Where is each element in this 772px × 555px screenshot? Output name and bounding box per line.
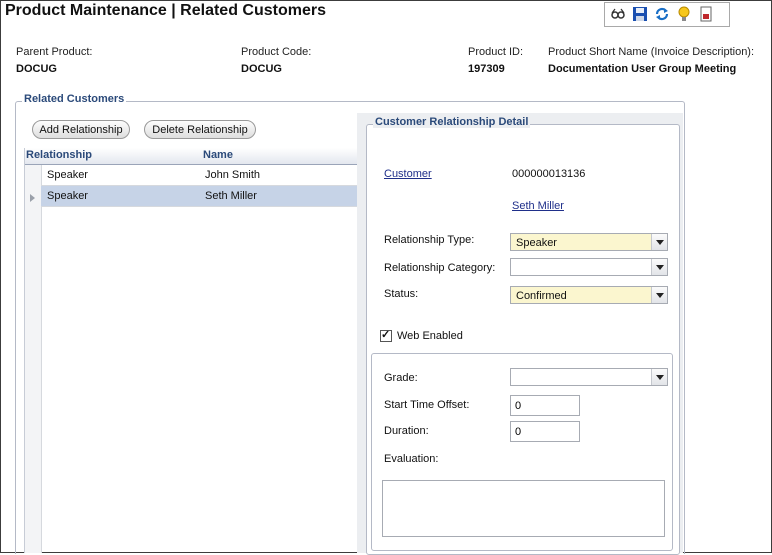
parent-product-value: DOCUG — [16, 63, 57, 75]
glasses-icon[interactable] — [610, 6, 626, 22]
table-row-selected[interactable]: Speaker Seth Miller — [41, 186, 357, 207]
parent-product-label: Parent Product: — [16, 46, 93, 58]
save-icon[interactable] — [632, 6, 648, 22]
status-value: Confirmed — [516, 290, 567, 302]
chevron-down-icon[interactable] — [651, 259, 667, 275]
relationship-grid: Relationship Name Speaker John Smith Spe… — [24, 148, 357, 553]
column-header-name[interactable]: Name — [203, 149, 233, 161]
related-customers-legend: Related Customers — [22, 93, 127, 105]
row-selector-gutter — [25, 165, 42, 553]
customer-relationship-detail-legend: Customer Relationship Detail — [373, 116, 531, 128]
relationship-type-value: Speaker — [516, 237, 557, 249]
status-dropdown[interactable]: Confirmed — [510, 286, 668, 304]
duration-input[interactable] — [510, 421, 580, 442]
relationship-category-dropdown[interactable] — [510, 258, 668, 276]
product-code-value: DOCUG — [241, 63, 282, 75]
duration-label: Duration: — [384, 425, 429, 437]
product-code-label: Product Code: — [241, 46, 312, 58]
relationship-type-dropdown[interactable]: Speaker — [510, 233, 668, 251]
grade-label: Grade: — [384, 372, 418, 384]
page-title: Product Maintenance | Related Customers — [5, 2, 326, 19]
lightbulb-icon[interactable] — [676, 6, 692, 22]
product-short-name-label: Product Short Name (Invoice Description)… — [548, 46, 755, 58]
delete-relationship-button[interactable]: Delete Relationship — [144, 120, 256, 139]
grid-header: Relationship Name — [25, 148, 357, 165]
grade-dropdown[interactable] — [510, 368, 668, 386]
cell-name: Seth Miller — [205, 190, 257, 202]
refresh-icon[interactable] — [654, 6, 670, 22]
product-id-value: 197309 — [468, 63, 505, 75]
product-short-name-value: Documentation User Group Meeting — [548, 63, 737, 75]
customer-link[interactable]: Customer — [384, 168, 432, 180]
chevron-down-icon[interactable] — [651, 369, 667, 385]
product-id-label: Product ID: — [468, 46, 524, 58]
add-relationship-button[interactable]: Add Relationship — [32, 120, 130, 139]
current-row-indicator-icon — [30, 194, 35, 202]
evaluation-textarea[interactable] — [382, 480, 665, 537]
column-header-relationship[interactable]: Relationship — [26, 149, 92, 161]
status-label: Status: — [384, 288, 419, 300]
start-time-offset-input[interactable] — [510, 395, 580, 416]
table-row[interactable]: Speaker John Smith — [41, 165, 357, 186]
web-enabled-label: Web Enabled — [397, 330, 463, 342]
chevron-down-icon[interactable] — [651, 287, 667, 303]
customer-name-link[interactable]: Seth Miller — [512, 200, 564, 212]
evaluation-label: Evaluation: — [384, 453, 439, 465]
web-enabled-checkbox[interactable] — [380, 328, 392, 342]
relationship-category-label: Relationship Category: — [384, 262, 496, 274]
cell-relationship: Speaker — [47, 169, 88, 181]
relationship-type-label: Relationship Type: — [384, 234, 475, 246]
chevron-down-icon[interactable] — [651, 234, 667, 250]
cell-name: John Smith — [205, 169, 261, 181]
report-icon[interactable] — [698, 6, 714, 22]
cell-relationship: Speaker — [47, 190, 88, 202]
toolbar — [604, 2, 730, 27]
customer-id-value: 000000013136 — [512, 168, 586, 180]
start-time-offset-label: Start Time Offset: — [384, 399, 470, 411]
